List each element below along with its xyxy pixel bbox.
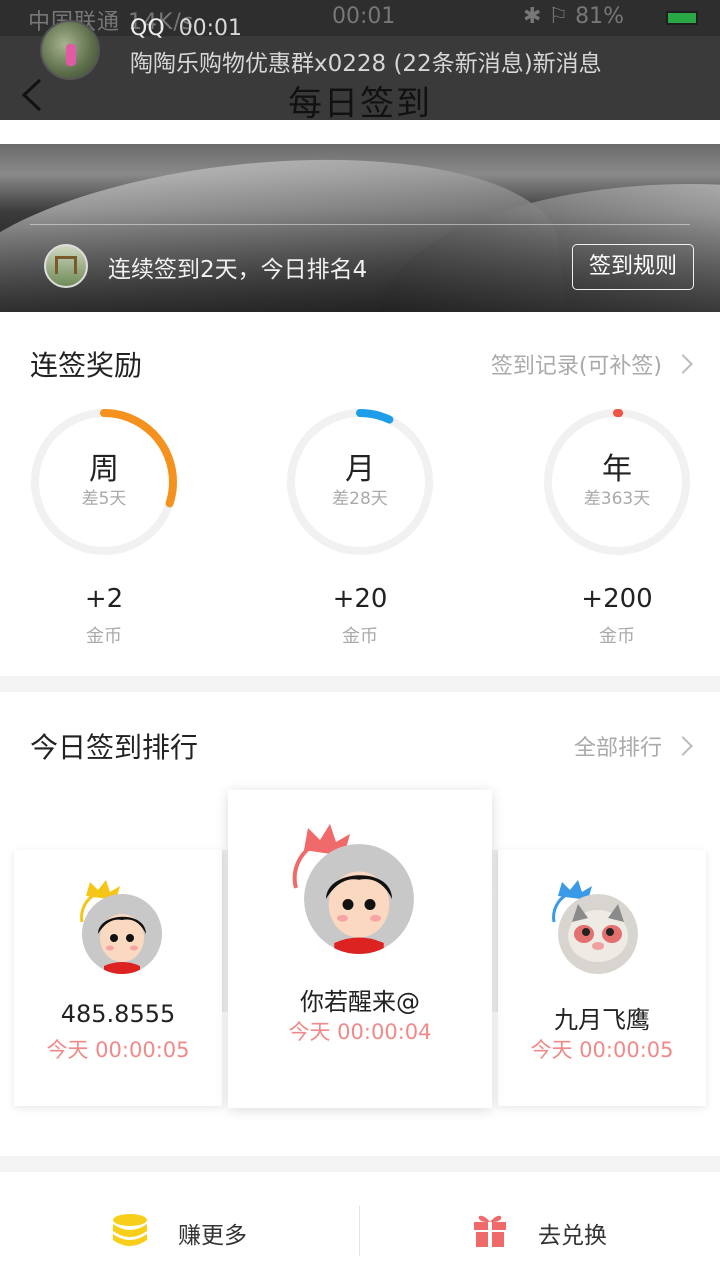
year-reward-unit: 金币 [599, 626, 635, 647]
rank-name: 九月飞鹰 [554, 1006, 650, 1034]
banner-divider [30, 224, 690, 225]
rewards-title: 连签奖励 [30, 349, 143, 382]
ranking-title: 今日签到排行 [30, 731, 199, 764]
streak-status: 连续签到2天，今日排名4 [108, 257, 368, 283]
rank-avatar [82, 894, 162, 974]
header-gap [0, 120, 720, 144]
sign-in-record-link[interactable]: 签到记录(可补签) [490, 348, 693, 380]
week-remaining: 差5天 [81, 489, 127, 509]
sign-in-page: 中国联通 14K/s 00:01 ✱ ⚐ 81% QQ 00:01 陶陶乐购物优惠… [0, 0, 720, 1280]
week-reward-unit: 金币 [86, 626, 122, 647]
month-reward-amount: +20 [332, 584, 388, 614]
daily-ranking-section: 今日签到排行 全部排行 485.8555 今天 00:00:05 九月飞鹰 今天… [0, 692, 720, 1156]
redeem-button[interactable]: 去兑换 [360, 1172, 719, 1280]
cartoon-avatar-icon [304, 844, 414, 954]
rank-card-third[interactable]: 九月飞鹰 今天 00:00:05 [498, 850, 706, 1106]
status-icons: ✱ ⚐ 81% [522, 4, 624, 29]
sign-in-rules-button[interactable]: 签到规则 [572, 244, 694, 290]
status-clock: 00:01 [332, 4, 396, 29]
month-reward-ring[interactable]: 月 差28天 [286, 408, 434, 556]
header: 中国联通 14K/s 00:01 ✱ ⚐ 81% QQ 00:01 陶陶乐购物优惠… [0, 0, 720, 124]
cat-avatar-icon [558, 894, 638, 974]
rank-card-first[interactable]: 你若醒来@ 今天 00:00:04 [228, 790, 492, 1108]
redeem-label: 去兑换 [538, 1223, 607, 1249]
status-bar: 中国联通 14K/s 00:01 ✱ ⚐ 81% [0, 0, 720, 36]
rank-name: 485.8555 [60, 1000, 176, 1028]
coin-stack-icon [113, 1214, 147, 1246]
year-label: 年 [602, 452, 632, 487]
rank-name: 你若醒来@ [300, 988, 420, 1016]
earn-more-label: 赚更多 [178, 1223, 247, 1249]
rank-time: 今天 00:00:05 [46, 1038, 190, 1062]
year-remaining: 差363天 [583, 489, 651, 509]
rank-time: 今天 00:00:05 [530, 1038, 674, 1062]
rank-card-second[interactable]: 485.8555 今天 00:00:05 [14, 850, 222, 1106]
year-reward-ring[interactable]: 年 差363天 [543, 408, 691, 556]
page-title: 每日签到 [288, 84, 432, 124]
year-reward-amount: +200 [581, 584, 653, 614]
rank-time: 今天 00:00:04 [288, 1020, 432, 1044]
week-reward-amount: +2 [84, 584, 124, 614]
rank-avatar [304, 844, 414, 954]
chevron-right-icon [673, 354, 693, 374]
cartoon-avatar-icon [82, 894, 162, 974]
rank-avatar [558, 894, 638, 974]
all-ranking-label: 全部排行 [573, 736, 662, 761]
notification-avatar[interactable] [40, 20, 100, 80]
chevron-right-icon [673, 736, 693, 756]
notification-title[interactable]: QQ 00:01 [130, 16, 242, 41]
sign-in-banner: 连续签到2天，今日排名4 签到规则 [0, 144, 720, 312]
record-link-label: 签到记录(可补签) [490, 354, 662, 379]
notification-message[interactable]: 陶陶乐购物优惠群x0228 (22条新消息)新消息 [130, 44, 602, 78]
bottom-action-bar: 赚更多 去兑换 [0, 1172, 720, 1280]
earn-more-button[interactable]: 赚更多 [0, 1172, 359, 1280]
week-reward-ring[interactable]: 周 差5天 [30, 408, 178, 556]
user-avatar[interactable] [44, 244, 88, 288]
month-remaining: 差28天 [332, 489, 388, 509]
gift-icon [474, 1215, 506, 1247]
week-label: 周 [89, 452, 119, 487]
month-label: 月 [345, 452, 375, 487]
notification-time: 00:01 [178, 16, 243, 41]
battery-icon [666, 11, 698, 25]
all-ranking-link[interactable]: 全部排行 [573, 730, 693, 762]
month-reward-unit: 金币 [342, 626, 378, 647]
streak-rewards-section: 连签奖励 签到记录(可补签) 周 差5天 +2 金币 月 差28天 +20 金币 [0, 312, 720, 676]
notification-app: QQ [130, 16, 165, 41]
